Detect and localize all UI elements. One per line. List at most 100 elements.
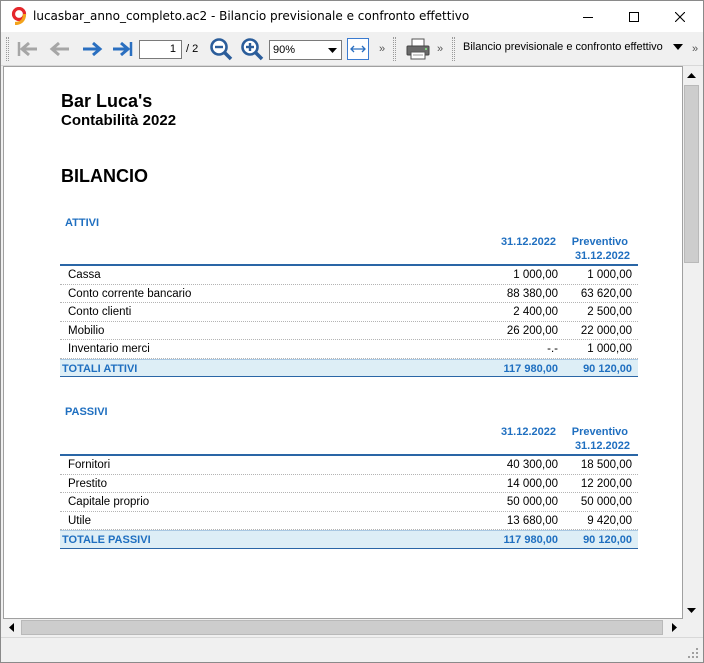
last-page-icon xyxy=(113,41,133,57)
row-budget: 50 000,00 xyxy=(580,496,632,508)
table-row: Capitale proprio 50 000,00 50 000,00 xyxy=(60,493,638,512)
row-actual: 2 400,00 xyxy=(513,306,558,318)
fit-width-button[interactable] xyxy=(347,38,369,60)
zoom-out-button[interactable] xyxy=(209,37,233,61)
section-title-passivi: PASSIVI xyxy=(65,406,108,418)
row-label: Conto corrente bancario xyxy=(68,287,192,300)
scrollbar-corner xyxy=(683,619,700,636)
zoom-in-button[interactable] xyxy=(240,37,264,61)
row-label: Capitale proprio xyxy=(68,496,150,508)
toolbar-grip[interactable] xyxy=(6,37,9,61)
row-budget: 1 000,00 xyxy=(587,343,632,355)
report-heading: BILANCIO xyxy=(61,166,148,186)
toolbar-grip[interactable] xyxy=(452,37,455,61)
previous-page-button[interactable] xyxy=(48,37,72,61)
total-label: TOTALE PASSIVI xyxy=(62,534,151,546)
first-page-icon xyxy=(17,41,37,57)
maximize-icon xyxy=(629,11,639,22)
chevron-up-icon xyxy=(687,73,696,78)
row-label: Inventario merci xyxy=(68,343,150,355)
total-budget: 90 120,00 xyxy=(583,534,632,546)
row-budget: 22 000,00 xyxy=(580,324,632,337)
row-budget: 2 500,00 xyxy=(587,306,632,318)
table-row: Cassa 1 000,00 1 000,00 xyxy=(60,266,638,285)
toolbar-grip[interactable] xyxy=(393,37,396,61)
row-budget: 18 500,00 xyxy=(580,459,632,471)
report-window: lucasbar_anno_completo.ac2 - Bilancio pr… xyxy=(0,0,704,663)
total-actual: 117 980,00 xyxy=(503,362,558,375)
close-button[interactable] xyxy=(657,1,703,32)
row-budget: 1 000,00 xyxy=(587,269,632,281)
row-label: Cassa xyxy=(68,269,101,281)
column-header-budget: Preventivo xyxy=(571,236,628,248)
status-bar xyxy=(1,637,703,662)
resize-grip-icon[interactable] xyxy=(687,647,699,659)
report-page: Bar Luca's Contabilità 2022 BILANCIO ATT… xyxy=(3,66,683,619)
column-header-budget-date: 31.12.2022 xyxy=(574,440,630,452)
table-row: Inventario merci -.- 1 000,00 xyxy=(60,340,638,359)
horizontal-scrollbar[interactable] xyxy=(3,619,683,636)
table-row: Mobilio 26 200,00 22 000,00 xyxy=(60,322,638,340)
zoom-select[interactable]: 90% xyxy=(269,40,342,60)
chevron-left-icon xyxy=(9,623,14,632)
row-label: Fornitori xyxy=(68,459,111,471)
row-actual: 50 000,00 xyxy=(506,496,558,508)
chevron-right-icon xyxy=(672,623,677,632)
table-row: Prestito 14 000,00 12 200,00 xyxy=(60,475,638,493)
next-page-button[interactable] xyxy=(80,37,104,61)
horizontal-scroll-thumb[interactable] xyxy=(21,620,663,635)
column-header-budget: Preventivo xyxy=(571,426,628,438)
fit-width-icon xyxy=(350,45,366,53)
total-budget: 90 120,00 xyxy=(583,362,632,375)
arrow-right-icon xyxy=(83,41,103,57)
page-total-label: / 2 xyxy=(186,43,199,55)
first-page-button[interactable] xyxy=(16,37,40,61)
vertical-scrollbar[interactable] xyxy=(683,67,700,619)
vertical-scroll-thumb[interactable] xyxy=(684,85,699,263)
scroll-left-button[interactable] xyxy=(3,619,20,636)
arrow-left-icon xyxy=(49,41,69,57)
zoom-out-icon xyxy=(210,38,233,61)
table-row: Utile 13 680,00 9 420,00 xyxy=(60,512,638,530)
toolbar-overflow-3[interactable]: » xyxy=(692,43,698,55)
row-actual: 26 200,00 xyxy=(506,324,558,337)
chevron-down-icon xyxy=(687,608,696,613)
toolbar-overflow-2[interactable]: » xyxy=(437,43,443,55)
row-label: Conto clienti xyxy=(68,306,132,318)
chevron-down-icon[interactable] xyxy=(673,44,683,52)
section-title-attivi: ATTIVI xyxy=(65,217,100,229)
minimize-button[interactable] xyxy=(565,1,611,32)
row-actual: 13 680,00 xyxy=(506,514,558,527)
row-budget: 63 620,00 xyxy=(580,287,632,300)
assets-table: Cassa 1 000,00 1 000,00 Conto corrente ban… xyxy=(60,264,638,377)
row-actual: 14 000,00 xyxy=(506,477,558,490)
row-actual: -.- xyxy=(547,343,558,355)
scroll-down-button[interactable] xyxy=(683,602,700,619)
column-header-budget-date: 31.12.2022 xyxy=(574,250,630,262)
print-button[interactable] xyxy=(404,37,432,61)
window-title: lucasbar_anno_completo.ac2 - Bilancio pr… xyxy=(33,9,470,23)
title-bar[interactable]: lucasbar_anno_completo.ac2 - Bilancio pr… xyxy=(1,1,703,32)
last-page-button[interactable] xyxy=(110,37,134,61)
zoom-value: 90% xyxy=(273,44,296,56)
row-label: Utile xyxy=(68,514,92,527)
page-number-input[interactable]: 1 xyxy=(139,40,182,59)
report-selector[interactable]: Bilancio previsionale e confronto effett… xyxy=(463,41,663,53)
row-label: Mobilio xyxy=(68,324,105,337)
row-actual: 1 000,00 xyxy=(513,269,558,281)
table-row: Conto corrente bancario 88 380,00 63 620,0… xyxy=(60,285,638,303)
scroll-up-button[interactable] xyxy=(683,67,700,84)
report-subtitle: Contabilità 2022 xyxy=(61,112,177,129)
scroll-right-button[interactable] xyxy=(666,619,683,636)
column-header-actual: 31.12.2022 xyxy=(500,426,556,438)
chevron-down-icon xyxy=(326,43,339,57)
total-row: TOTALE PASSIVI 117 980,00 90 120,00 xyxy=(60,530,638,549)
close-icon xyxy=(675,11,685,22)
table-row: Conto clienti 2 400,00 2 500,00 xyxy=(60,303,638,322)
row-label: Prestito xyxy=(68,477,107,490)
total-row: TOTALI ATTIVI 117 980,00 90 120,00 xyxy=(60,358,638,377)
total-label: TOTALI ATTIVI xyxy=(62,362,138,375)
row-actual: 40 300,00 xyxy=(506,459,558,471)
toolbar-overflow-1[interactable]: » xyxy=(379,43,385,55)
maximize-button[interactable] xyxy=(611,1,657,32)
